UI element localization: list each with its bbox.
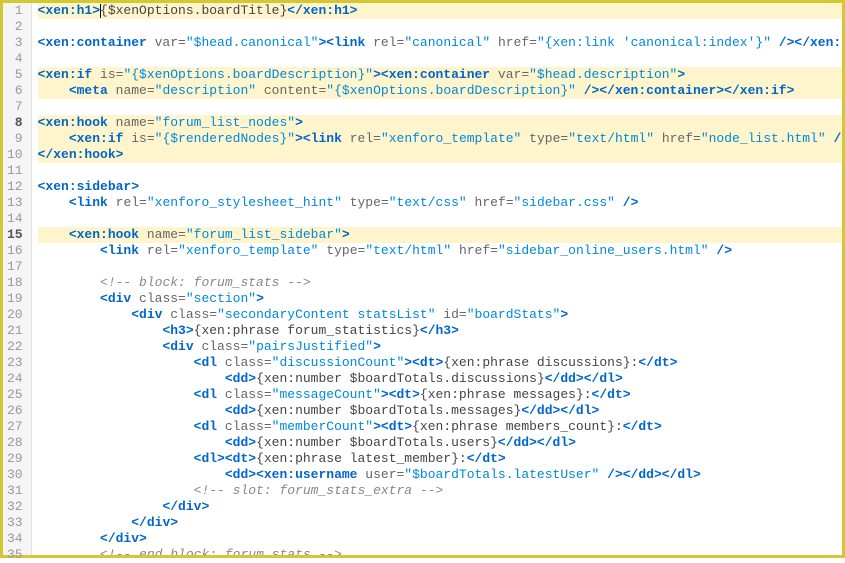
line-number: 18 [7,275,23,291]
line-number: 14 [7,211,23,227]
line-number: 10 [7,147,23,163]
code-line[interactable] [38,259,842,275]
code-line[interactable]: <xen:sidebar> [38,179,842,195]
line-number: 17 [7,259,23,275]
line-number: 6 [7,83,23,99]
line-number: 23 [7,355,23,371]
code-line[interactable]: <!-- block: forum_stats --> [38,275,842,291]
code-line[interactable]: <!-- slot: forum_stats_extra --> [38,483,842,499]
line-number: 19 [7,291,23,307]
code-line[interactable]: <div class="section"> [38,291,842,307]
line-number: 34 [7,531,23,547]
line-number: 9 [7,131,23,147]
line-number: 8 [7,115,23,131]
line-number: 35 [7,547,23,563]
line-number: 30 [7,467,23,483]
code-line[interactable]: <div class="secondaryContent statsList" … [38,307,842,323]
code-line[interactable]: <xen:hook name="forum_list_sidebar"> [38,227,842,243]
code-line[interactable]: <!-- end block: forum stats --> [38,547,842,555]
line-number: 11 [7,163,23,179]
line-number: 3 [7,35,23,51]
line-number: 22 [7,339,23,355]
code-line[interactable]: <dd>{xen:number $boardTotals.discussions… [38,371,842,387]
line-number: 20 [7,307,23,323]
line-number: 1 [7,3,23,19]
line-number: 2 [7,19,23,35]
code-line[interactable]: <link rel="xenforo_template" type="text/… [38,243,842,259]
line-number: 4 [7,51,23,67]
code-line[interactable]: <dl class="discussionCount"><dt>{xen:phr… [38,355,842,371]
line-number: 27 [7,419,23,435]
line-number: 15 [7,227,23,243]
line-number: 24 [7,371,23,387]
code-line[interactable] [38,19,842,35]
code-line[interactable]: <dd>{xen:number $boardTotals.messages}</… [38,403,842,419]
line-number: 33 [7,515,23,531]
code-line[interactable]: </xen:hook> [38,147,842,163]
line-number: 29 [7,451,23,467]
code-line[interactable]: <xen:hook name="forum_list_nodes"> [38,115,842,131]
code-line[interactable]: <h3>{xen:phrase forum_statistics}</h3> [38,323,842,339]
code-area[interactable]: <xen:h1>{$xenOptions.boardTitle}</xen:h1… [32,3,842,555]
code-editor[interactable]: 1234567891011121314151617181920212223242… [3,3,842,555]
line-number: 12 [7,179,23,195]
line-number-gutter: 1234567891011121314151617181920212223242… [3,3,32,555]
code-line[interactable]: <xen:h1>{$xenOptions.boardTitle}</xen:h1… [38,3,842,19]
code-line[interactable]: </div> [38,499,842,515]
code-line[interactable]: <xen:if is="{$xenOptions.boardDescriptio… [38,67,842,83]
code-line[interactable]: </div> [38,531,842,547]
code-line[interactable] [38,51,842,67]
line-number: 5 [7,67,23,83]
code-line[interactable]: <dl><dt>{xen:phrase latest_member}:</dt> [38,451,842,467]
line-number: 32 [7,499,23,515]
line-number: 28 [7,435,23,451]
line-number: 25 [7,387,23,403]
code-line[interactable] [38,211,842,227]
code-line[interactable]: <div class="pairsJustified"> [38,339,842,355]
code-line[interactable]: <meta name="description" content="{$xenO… [38,83,842,99]
line-number: 26 [7,403,23,419]
code-line[interactable]: <xen:container var="$head.canonical"><li… [38,35,842,51]
code-line[interactable] [38,163,842,179]
code-line[interactable] [38,99,842,115]
code-line[interactable]: <dl class="messageCount"><dt>{xen:phrase… [38,387,842,403]
line-number: 7 [7,99,23,115]
code-line[interactable]: <dd><xen:username user="$boardTotals.lat… [38,467,842,483]
line-number: 21 [7,323,23,339]
line-number: 31 [7,483,23,499]
line-number: 16 [7,243,23,259]
code-line[interactable]: </div> [38,515,842,531]
line-number: 13 [7,195,23,211]
code-line[interactable]: <dd>{xen:number $boardTotals.users}</dd>… [38,435,842,451]
code-line[interactable]: <dl class="memberCount"><dt>{xen:phrase … [38,419,842,435]
code-line[interactable]: <link rel="xenforo_stylesheet_hint" type… [38,195,842,211]
code-line[interactable]: <xen:if is="{$renderedNodes}"><link rel=… [38,131,842,147]
